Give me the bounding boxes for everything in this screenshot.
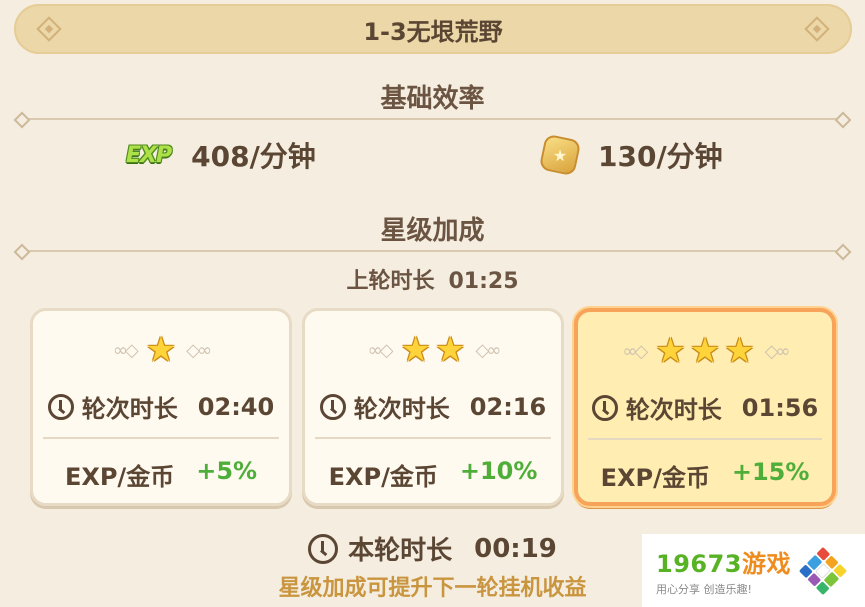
duration-value: 02:16	[469, 392, 547, 421]
ornament-right-icon: ◇∞	[475, 339, 501, 361]
gold-rate-value: 130/分钟	[598, 140, 723, 173]
last-round-duration: 上轮时长 01:25	[0, 263, 865, 295]
efficiency-heading: 基础效率	[380, 84, 485, 114]
ornament-right-icon: ◇∞	[186, 339, 212, 361]
tier-duration: 轮次时长 01:56	[578, 390, 832, 425]
exp-rate-value: 408/分钟	[191, 140, 316, 173]
star-icon: ★	[655, 331, 686, 371]
exp-rate: EXP 408/分钟	[126, 135, 316, 175]
bonus-label: EXP/金币	[600, 464, 710, 492]
bonus-label: EXP/金币	[328, 463, 438, 491]
watermark-name: 游戏	[742, 550, 791, 578]
duration-label: 轮次时长	[81, 395, 178, 423]
cube-logo-icon	[798, 546, 848, 595]
star-icon: ★	[724, 331, 755, 371]
clock-icon	[308, 533, 339, 564]
current-round-time: 00:19	[474, 533, 557, 564]
last-round-label: 上轮时长	[346, 269, 435, 294]
star-rating: ∞◇ ★ ★ ★ ◇∞	[578, 334, 832, 368]
star-tier-card-2[interactable]: ∞◇ ★ ★ ◇∞ 轮次时长 02:16 EXP/金币 +10%	[302, 308, 564, 506]
clock-icon	[319, 393, 346, 420]
exp-icon: EXP	[126, 142, 172, 168]
duration-value: 01:56	[741, 393, 819, 422]
watermark-slogan: 用心分享 创造乐趣!	[656, 583, 752, 596]
card-divider	[588, 438, 822, 440]
diamond-ornament-icon	[804, 16, 830, 42]
ornament-left-icon: ∞◇	[622, 340, 648, 362]
ornament-right-icon: ◇∞	[764, 340, 791, 362]
star-rating: ∞◇ ★ ◇∞	[33, 333, 289, 367]
section-divider	[20, 118, 845, 120]
tier-bonus: EXP/金币 +10%	[305, 457, 561, 492]
bonus-value: +10%	[459, 457, 538, 485]
tier-duration: 轮次时长 02:40	[33, 389, 289, 424]
bonus-value: +5%	[196, 457, 258, 485]
gold-coin-icon	[538, 133, 582, 177]
duration-label: 轮次时长	[353, 395, 450, 423]
site-watermark: 19673游戏 用心分享 创造乐趣!	[642, 534, 865, 607]
star-rating: ∞◇ ★ ★ ◇∞	[305, 333, 561, 367]
duration-value: 02:40	[197, 392, 275, 421]
gold-rate: 130/分钟	[538, 133, 723, 177]
star-bonus-heading: 星级加成	[380, 216, 485, 246]
bonus-value: +15%	[731, 458, 810, 486]
clock-icon	[47, 393, 74, 420]
last-round-time: 01:25	[448, 269, 519, 294]
diamond-ornament-icon	[36, 16, 62, 42]
star-icon: ★	[145, 330, 177, 370]
current-round-label: 本轮时长	[348, 536, 453, 566]
duration-label: 轮次时长	[625, 396, 722, 424]
watermark-number: 19673	[656, 550, 742, 578]
star-icon: ★	[400, 330, 431, 370]
star-icon: ★	[689, 331, 721, 371]
watermark-brand: 19673游戏	[656, 544, 791, 579]
stage-title-bar: 1-3无垠荒野	[14, 4, 852, 54]
card-divider	[43, 437, 279, 439]
card-divider	[315, 437, 551, 439]
tier-bonus: EXP/金币 +15%	[578, 458, 832, 493]
bonus-label: EXP/金币	[64, 463, 175, 491]
tier-duration: 轮次时长 02:16	[305, 389, 561, 424]
star-tier-card-3[interactable]: ∞◇ ★ ★ ★ ◇∞ 轮次时长 01:56 EXP/金币 +15%	[574, 308, 836, 506]
star-icon: ★	[435, 330, 466, 370]
ornament-left-icon: ∞◇	[112, 339, 139, 361]
stage-title: 1-3无垠荒野	[363, 17, 503, 46]
ornament-left-icon: ∞◇	[367, 339, 394, 361]
section-divider	[20, 250, 845, 252]
clock-icon	[591, 394, 618, 421]
star-tier-card-1[interactable]: ∞◇ ★ ◇∞ 轮次时长 02:40 EXP/金币 +5%	[30, 308, 292, 506]
tier-bonus: EXP/金币 +5%	[33, 457, 289, 492]
